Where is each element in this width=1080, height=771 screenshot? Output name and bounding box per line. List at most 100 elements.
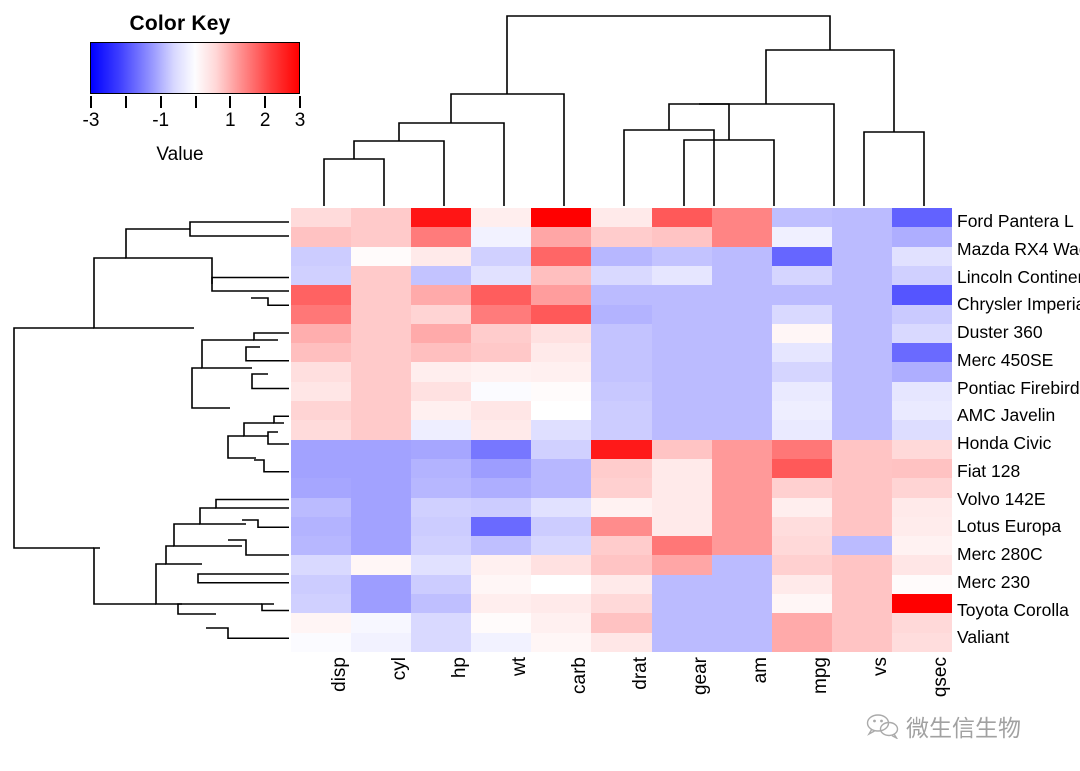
heatmap-cell <box>531 613 592 633</box>
heatmap-cell <box>891 497 952 517</box>
heatmap-cell <box>471 458 532 479</box>
heatmap-cell <box>771 362 832 382</box>
heatmap-cell <box>831 246 892 266</box>
heatmap-cell <box>651 516 712 537</box>
row-dendrogram-svg <box>13 221 289 640</box>
heatmap-cell <box>831 594 892 614</box>
heatmap-cell <box>891 632 952 652</box>
column-label: carb <box>569 657 591 694</box>
heatmap-cell <box>471 516 532 537</box>
heatmap-cell <box>591 285 652 305</box>
heatmap-cell <box>771 497 832 517</box>
heatmap-cell <box>651 439 712 459</box>
heatmap-cell <box>471 362 532 382</box>
heatmap-cell <box>411 574 472 595</box>
heatmap-cell <box>651 246 712 266</box>
heatmap-cell <box>591 536 652 556</box>
heatmap-cell <box>531 304 592 324</box>
heatmap-cell <box>351 613 412 633</box>
heatmap-cell <box>471 439 532 459</box>
heatmap-cell <box>591 497 652 517</box>
heatmap-cell <box>891 574 952 595</box>
heatmap-cell <box>711 555 772 575</box>
color-key-title: Color Key <box>129 12 231 35</box>
row-label: AMC Javelin <box>957 405 1056 426</box>
heatmap-cell <box>651 285 712 305</box>
row-labels: Ford Pantera L Mazda RX4 Wag Lincoln Conti… <box>957 208 1080 652</box>
heatmap-cell <box>291 439 352 459</box>
row-label: Mazda RX4 Wag <box>957 238 1080 259</box>
heatmap-cell <box>891 304 952 324</box>
row-label: Valiant <box>957 627 1010 648</box>
heatmap-cell <box>891 536 952 556</box>
heatmap-cell <box>591 594 652 614</box>
heatmap-cell <box>771 208 832 228</box>
heatmap-cell <box>591 574 652 595</box>
heatmap-cell <box>591 265 652 286</box>
heatmap-grid <box>291 208 952 652</box>
heatmap-cell <box>351 343 412 363</box>
heatmap-cell <box>651 478 712 498</box>
heatmap-cell <box>591 478 652 498</box>
heatmap-cell <box>771 265 832 286</box>
heatmap-cell <box>531 632 592 652</box>
heatmap-cell <box>891 362 952 382</box>
color-key-tick <box>124 96 127 108</box>
heatmap-cell <box>711 265 772 286</box>
heatmap-cell <box>351 478 412 498</box>
heatmap-cell <box>471 594 532 614</box>
heatmap-cell <box>351 265 412 286</box>
heatmap-cell <box>411 381 472 402</box>
heatmap-cell <box>591 208 652 228</box>
heatmap-cell <box>711 594 772 614</box>
heatmap-cell <box>831 439 892 459</box>
heatmap-cell <box>891 343 952 363</box>
heatmap-cell <box>291 458 352 479</box>
heatmap-cell <box>411 594 472 614</box>
row-label: Merc 230 <box>957 571 1030 592</box>
heatmap-cell <box>291 420 352 440</box>
heatmap-cell <box>591 323 652 344</box>
heatmap-cell <box>771 458 832 479</box>
heatmap-cell <box>471 208 532 228</box>
heatmap-cell <box>471 285 532 305</box>
row-label: Pontiac Firebird <box>957 377 1080 398</box>
heatmap-cell <box>711 516 772 537</box>
heatmap-cell <box>711 285 772 305</box>
heatmap-cell <box>411 420 472 440</box>
heatmap-cell <box>531 536 592 556</box>
heatmap-cell <box>531 458 592 479</box>
heatmap-cell <box>651 381 712 402</box>
heatmap-cell <box>291 208 352 228</box>
heatmap-cell <box>591 439 652 459</box>
heatmap-cell <box>771 246 832 266</box>
column-label: hp <box>449 657 471 679</box>
color-key-tick-label: -1 <box>152 110 170 131</box>
heatmap-cell <box>591 458 652 479</box>
wechat-icon <box>866 714 899 739</box>
heatmap-cell <box>411 265 472 286</box>
heatmap-cell <box>351 401 412 421</box>
heatmap-cell <box>591 227 652 247</box>
heatmap-cell <box>531 265 592 286</box>
heatmap-cell <box>651 343 712 363</box>
heatmap-cell <box>771 304 832 324</box>
heatmap-cell <box>711 401 772 421</box>
heatmap-cell <box>831 401 892 421</box>
heatmap-cell <box>531 323 592 344</box>
heatmap-cell <box>471 478 532 498</box>
heatmap-cell <box>651 208 712 228</box>
color-key: Color Key -3 -1 1 2 3 Value <box>60 4 306 184</box>
heatmap-cell <box>411 458 472 479</box>
heatmap-cell <box>771 536 832 556</box>
column-label: drat <box>629 657 651 690</box>
heatmap-cell <box>411 208 472 228</box>
heatmap-cell <box>711 478 772 498</box>
row-label: Fiat 128 <box>957 460 1021 481</box>
heatmap-cell <box>891 516 952 537</box>
color-key-tick <box>194 96 197 108</box>
heatmap-cell <box>891 323 952 344</box>
heatmap-cell <box>891 285 952 305</box>
row-label: Merc 450SE <box>957 349 1054 370</box>
heatmap-cell <box>591 343 652 363</box>
